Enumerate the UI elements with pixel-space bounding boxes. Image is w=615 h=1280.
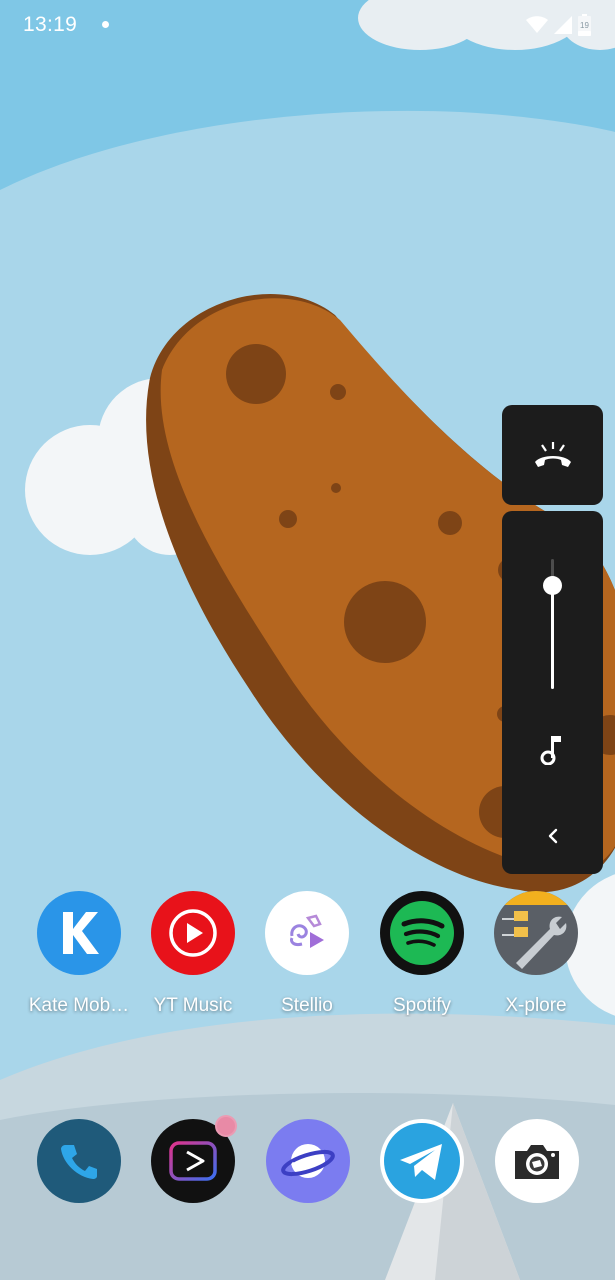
volume-level-fill	[551, 585, 554, 689]
camera-icon	[495, 1119, 579, 1203]
stellio-icon	[265, 891, 349, 975]
app-label: Stellio	[281, 995, 333, 1016]
status-icons: 19	[526, 14, 591, 36]
yt-music-icon	[151, 891, 235, 975]
music-note-icon[interactable]	[540, 733, 564, 765]
xplore-icon	[494, 891, 578, 975]
telegram-icon	[380, 1119, 464, 1203]
media-volume-slider[interactable]	[543, 559, 562, 689]
dock-youtube-vanced[interactable]	[151, 1115, 237, 1203]
battery-level: 19	[580, 21, 589, 30]
app-spotify[interactable]: Spotify	[366, 891, 478, 1017]
volume-slider-thumb[interactable]	[543, 576, 562, 595]
app-label: YT Music	[153, 995, 233, 1016]
status-time: 13:19	[23, 13, 78, 36]
wifi-icon	[526, 16, 548, 33]
notification-dot-icon	[102, 21, 109, 28]
app-kate-mobile[interactable]: Kate Mob…	[23, 891, 135, 1017]
app-label: Kate Mob…	[28, 995, 130, 1016]
app-xplore[interactable]: X-plore	[480, 891, 592, 1017]
battery-icon: 19	[578, 14, 591, 36]
samsung-internet-icon	[266, 1119, 350, 1203]
dock-samsung-internet[interactable]	[266, 1119, 350, 1203]
notification-badge	[215, 1115, 237, 1137]
phone-ring-icon	[534, 442, 571, 467]
app-stellio[interactable]: Stellio	[251, 891, 363, 1017]
cell-signal-icon	[554, 16, 572, 34]
kate-mobile-icon	[37, 891, 121, 975]
dock-telegram[interactable]	[380, 1119, 464, 1203]
phone-icon	[37, 1119, 121, 1203]
volume-panel	[502, 511, 603, 874]
dock-camera[interactable]	[495, 1119, 579, 1203]
app-label: X-plore	[505, 995, 567, 1016]
chevron-left-icon	[548, 828, 558, 844]
app-yt-music[interactable]: YT Music	[137, 891, 249, 1017]
collapse-volume-button[interactable]	[538, 821, 568, 851]
status-bar: 13:19 19	[0, 0, 615, 52]
ringer-mode-button[interactable]	[502, 405, 603, 505]
app-label: Spotify	[392, 995, 452, 1016]
dock-phone[interactable]	[37, 1119, 121, 1203]
spotify-icon	[380, 891, 464, 975]
